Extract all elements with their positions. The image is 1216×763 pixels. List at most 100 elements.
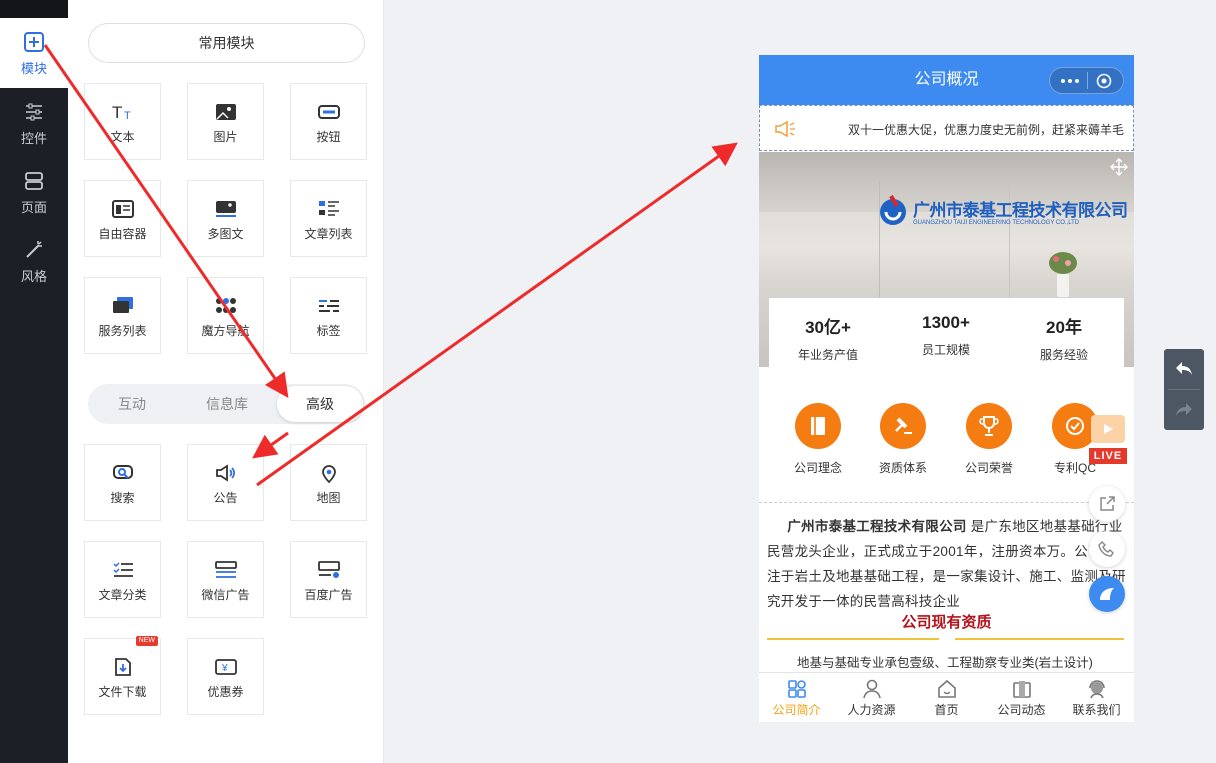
tile-label: 文章分类 (98, 588, 147, 602)
tile-article-list[interactable]: 文章列表 (290, 180, 367, 257)
mini-program-capsule[interactable] (1049, 67, 1124, 94)
tile-file-download[interactable]: NEW 文件下载 (84, 636, 161, 715)
article-list-icon (318, 201, 339, 216)
book-icon (811, 417, 825, 435)
tile-text[interactable]: TT 文本 (84, 83, 161, 160)
tab-hr[interactable]: 人力资源 (834, 673, 909, 722)
banner-company-name: 广州市泰基工程技术有限公司 (913, 201, 1128, 220)
tile-label: 公告 (213, 491, 238, 505)
support-icon (1088, 680, 1105, 699)
tile-label: 百度广告 (304, 588, 353, 602)
notice-text: 双十一优惠大促，优惠力度史无前例，赶紧来薅羊毛 (848, 123, 1125, 137)
qualification-text: 地基与基础专业承包壹级、工程勘察专业类(岩土设计) (797, 656, 1093, 670)
tile-label: 标签 (316, 324, 341, 338)
tab-label: 联系我们 (1072, 703, 1121, 717)
rail-item-pages[interactable]: 页面 (0, 157, 68, 227)
move-handle-icon[interactable] (1110, 158, 1128, 176)
stat-label: 年业务产值 (797, 348, 858, 362)
pages-icon (25, 172, 43, 190)
company-logo-icon (880, 194, 906, 225)
module-panel: 常用模块 TT 文本 图片 按钮 自由容器 多图文 文章列表 服务列表 魔方导航… (68, 0, 384, 763)
tab-contact[interactable]: 联系我们 (1059, 673, 1134, 722)
magic-wand-icon (26, 241, 42, 258)
baidu-ad-icon (317, 561, 340, 578)
phone-call-button[interactable] (1089, 531, 1125, 567)
tab-advanced[interactable]: 高级 (277, 386, 363, 422)
tile-wechat-ad[interactable]: 微信广告 (187, 541, 264, 618)
tile-label: 搜索 (110, 491, 135, 505)
gavel-icon (895, 417, 912, 434)
tab-news[interactable]: 公司动态 (984, 673, 1059, 722)
feature-label: 公司荣誉 (964, 461, 1013, 475)
feature-philosophy-button[interactable] (795, 403, 841, 449)
live-label: LIVE (1089, 448, 1127, 464)
rail-item-style[interactable]: 风格 (0, 226, 68, 296)
user-icon (862, 679, 881, 699)
feature-honor-button[interactable] (966, 403, 1012, 449)
tile-label: 多图文 (207, 227, 244, 241)
stat-label: 员工规模 (921, 343, 970, 357)
tile-label: 按钮 (316, 130, 341, 144)
close-circle-icon[interactable] (1096, 73, 1112, 89)
tile-image[interactable]: 图片 (187, 83, 264, 160)
feature-qualification-button[interactable] (880, 403, 926, 449)
undo-button[interactable] (1164, 349, 1204, 389)
plus-square-icon (24, 32, 44, 52)
tile-notice[interactable]: 公告 (187, 444, 264, 521)
rail-item-controls[interactable]: 控件 (0, 88, 68, 158)
undo-redo-group (1164, 349, 1204, 430)
phone-header: 公司概况 (759, 55, 1134, 105)
stat-staff: 1300+ 员工规模 (887, 298, 1005, 358)
tile-search[interactable]: 搜索 (84, 444, 161, 521)
svg-text:T: T (124, 110, 131, 122)
phone-icon (1098, 541, 1114, 557)
megaphone-icon (775, 120, 795, 138)
new-badge: NEW (135, 636, 158, 646)
notice-bar[interactable]: 双十一优惠大促，优惠力度史无前例，赶紧来薅羊毛 (759, 105, 1134, 151)
rail-item-label: 控件 (20, 131, 47, 146)
tile-map[interactable]: 地图 (290, 444, 367, 521)
tile-service-list[interactable]: 服务列表 (84, 277, 161, 354)
play-icon (1104, 424, 1113, 434)
wechat-ad-icon (214, 561, 237, 578)
stat-value: 1300+ (922, 313, 970, 332)
tab-label: 人力资源 (847, 703, 896, 717)
phone-preview: 公司概况 双十一优惠大促，优惠力度史无前例，赶紧来薅羊毛 广州市泰基工程技术有限… (759, 55, 1134, 722)
tile-coupon[interactable]: ¥ 优惠券 (187, 638, 264, 715)
map-pin-icon (321, 465, 336, 483)
tile-label: 文件下载 (98, 685, 147, 699)
button-icon (317, 105, 340, 119)
tab-home[interactable]: 首页 (909, 673, 984, 722)
tile-tag[interactable]: 标签 (290, 277, 367, 354)
tab-company-intro[interactable]: 公司简介 (759, 673, 834, 722)
tile-button[interactable]: 按钮 (290, 83, 367, 160)
tile-free-container[interactable]: 自由容器 (84, 180, 161, 257)
category-icon (112, 562, 133, 577)
share-icon (1100, 496, 1115, 511)
bottom-tab-bar: 公司简介 人力资源 首页 公司动态 联系我们 (759, 672, 1134, 722)
tile-article-category[interactable]: 文章分类 (84, 541, 161, 618)
grid-icon (787, 680, 806, 698)
tile-multi-image[interactable]: 多图文 (187, 180, 264, 257)
left-rail: 模块 控件 页面 风格 (0, 0, 68, 763)
sliders-icon (26, 103, 42, 121)
feature-label: 公司理念 (793, 461, 842, 475)
stat-label: 服务经验 (1039, 348, 1088, 362)
svg-text:¥: ¥ (221, 663, 228, 674)
chat-bubble-icon (1100, 588, 1114, 600)
tab-infobase[interactable]: 信息库 (183, 384, 271, 424)
share-button[interactable] (1089, 486, 1125, 522)
live-badge[interactable]: LIVE (1089, 415, 1129, 465)
common-modules-button[interactable]: 常用模块 (88, 23, 365, 63)
tab-interact[interactable]: 互动 (88, 384, 176, 424)
tile-grid-nav[interactable]: 魔方导航 (187, 277, 264, 354)
tile-baidu-ad[interactable]: 百度广告 (290, 541, 367, 618)
tile-label: 魔方导航 (201, 324, 250, 338)
consult-button[interactable] (1089, 576, 1125, 612)
container-icon (111, 200, 134, 218)
more-dots-icon[interactable] (1060, 76, 1080, 86)
rail-item-modules[interactable]: 模块 (0, 18, 68, 88)
megaphone-icon (215, 464, 235, 482)
image-icon (215, 104, 236, 120)
redo-button[interactable] (1164, 390, 1204, 430)
